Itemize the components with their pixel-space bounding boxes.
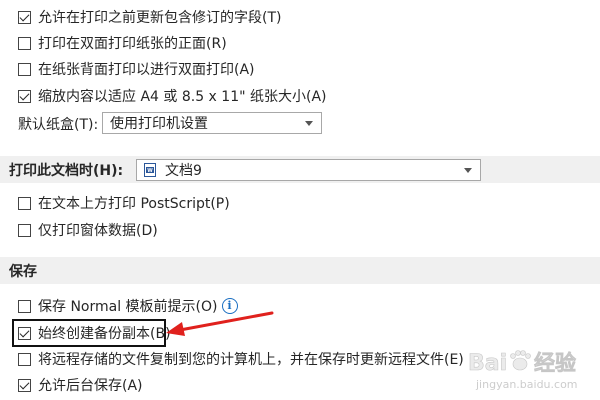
watermark-url: jingyan.baidu.com [475, 378, 578, 391]
print-back-checkbox[interactable] [18, 62, 31, 76]
option-postscript[interactable]: 在文本上方打印 PostScript(P) [18, 192, 230, 214]
chevron-down-icon [464, 167, 472, 173]
option-scale-content[interactable]: 缩放内容以适应 A4 或 8.5 x 11" 纸张大小(A) [18, 85, 327, 107]
svg-text:W: W [147, 168, 153, 174]
copy-remote-checkbox[interactable] [18, 352, 31, 366]
save-section-header: 保存 [0, 257, 600, 284]
option-print-back[interactable]: 在纸张背面打印以进行双面打印(A) [18, 58, 255, 80]
word-document-icon: W [144, 163, 156, 177]
baidu-jingyan-watermark: Bai 经验 jingyan.baidu.com [468, 350, 578, 391]
tray-label: 默认纸盒(T): [18, 117, 99, 133]
tray-row: 默认纸盒(T): [18, 113, 98, 135]
background-save-label: 允许后台保存(A) [38, 378, 143, 394]
option-copy-remote[interactable]: 将远程存储的文件复制到您的计算机上，并在保存时更新远程文件(E) [18, 348, 464, 370]
form-data-label: 仅打印窗体数据(D) [38, 223, 158, 239]
option-background-save[interactable]: 允许后台保存(A) [18, 374, 143, 396]
print-front-label: 打印在双面打印纸张的正面(R) [38, 36, 227, 52]
scale-content-checkbox[interactable] [18, 89, 31, 103]
background-save-checkbox[interactable] [18, 378, 31, 392]
tray-select[interactable]: 使用打印机设置 [102, 112, 322, 134]
chevron-down-icon [305, 120, 313, 126]
update-fields-checkbox[interactable] [18, 10, 31, 24]
paw-icon [510, 350, 531, 371]
postscript-checkbox[interactable] [18, 196, 31, 210]
word-options-panel: 允许在打印之前更新包含修订的字段(T) 打印在双面打印纸张的正面(R) 在纸张背… [0, 0, 600, 400]
watermark-brand-right: 经验 [534, 351, 576, 375]
copy-remote-label: 将远程存储的文件复制到您的计算机上，并在保存时更新远程文件(E) [38, 352, 464, 368]
update-fields-label: 允许在打印之前更新包含修订的字段(T) [38, 10, 282, 26]
scale-content-label: 缩放内容以适应 A4 或 8.5 x 11" 纸张大小(A) [38, 89, 327, 105]
option-form-data[interactable]: 仅打印窗体数据(D) [18, 219, 158, 241]
print-doc-section-title: 打印此文档时(H): [9, 162, 124, 179]
document-select-value: 文档9 [165, 163, 202, 179]
form-data-checkbox[interactable] [18, 223, 31, 237]
print-back-label: 在纸张背面打印以进行双面打印(A) [38, 62, 255, 78]
highlight-box [12, 319, 166, 347]
tray-select-value: 使用打印机设置 [110, 116, 208, 132]
document-select[interactable]: W 文档9 [136, 159, 481, 181]
save-section-title: 保存 [9, 263, 37, 280]
red-arrow-annotation [166, 311, 274, 336]
normal-template-checkbox[interactable] [18, 299, 31, 313]
postscript-label: 在文本上方打印 PostScript(P) [38, 196, 230, 212]
option-update-fields[interactable]: 允许在打印之前更新包含修订的字段(T) [18, 6, 281, 28]
watermark-brand-left: Bai [468, 351, 507, 376]
print-front-checkbox[interactable] [18, 36, 31, 50]
option-print-front[interactable]: 打印在双面打印纸张的正面(R) [18, 32, 227, 54]
